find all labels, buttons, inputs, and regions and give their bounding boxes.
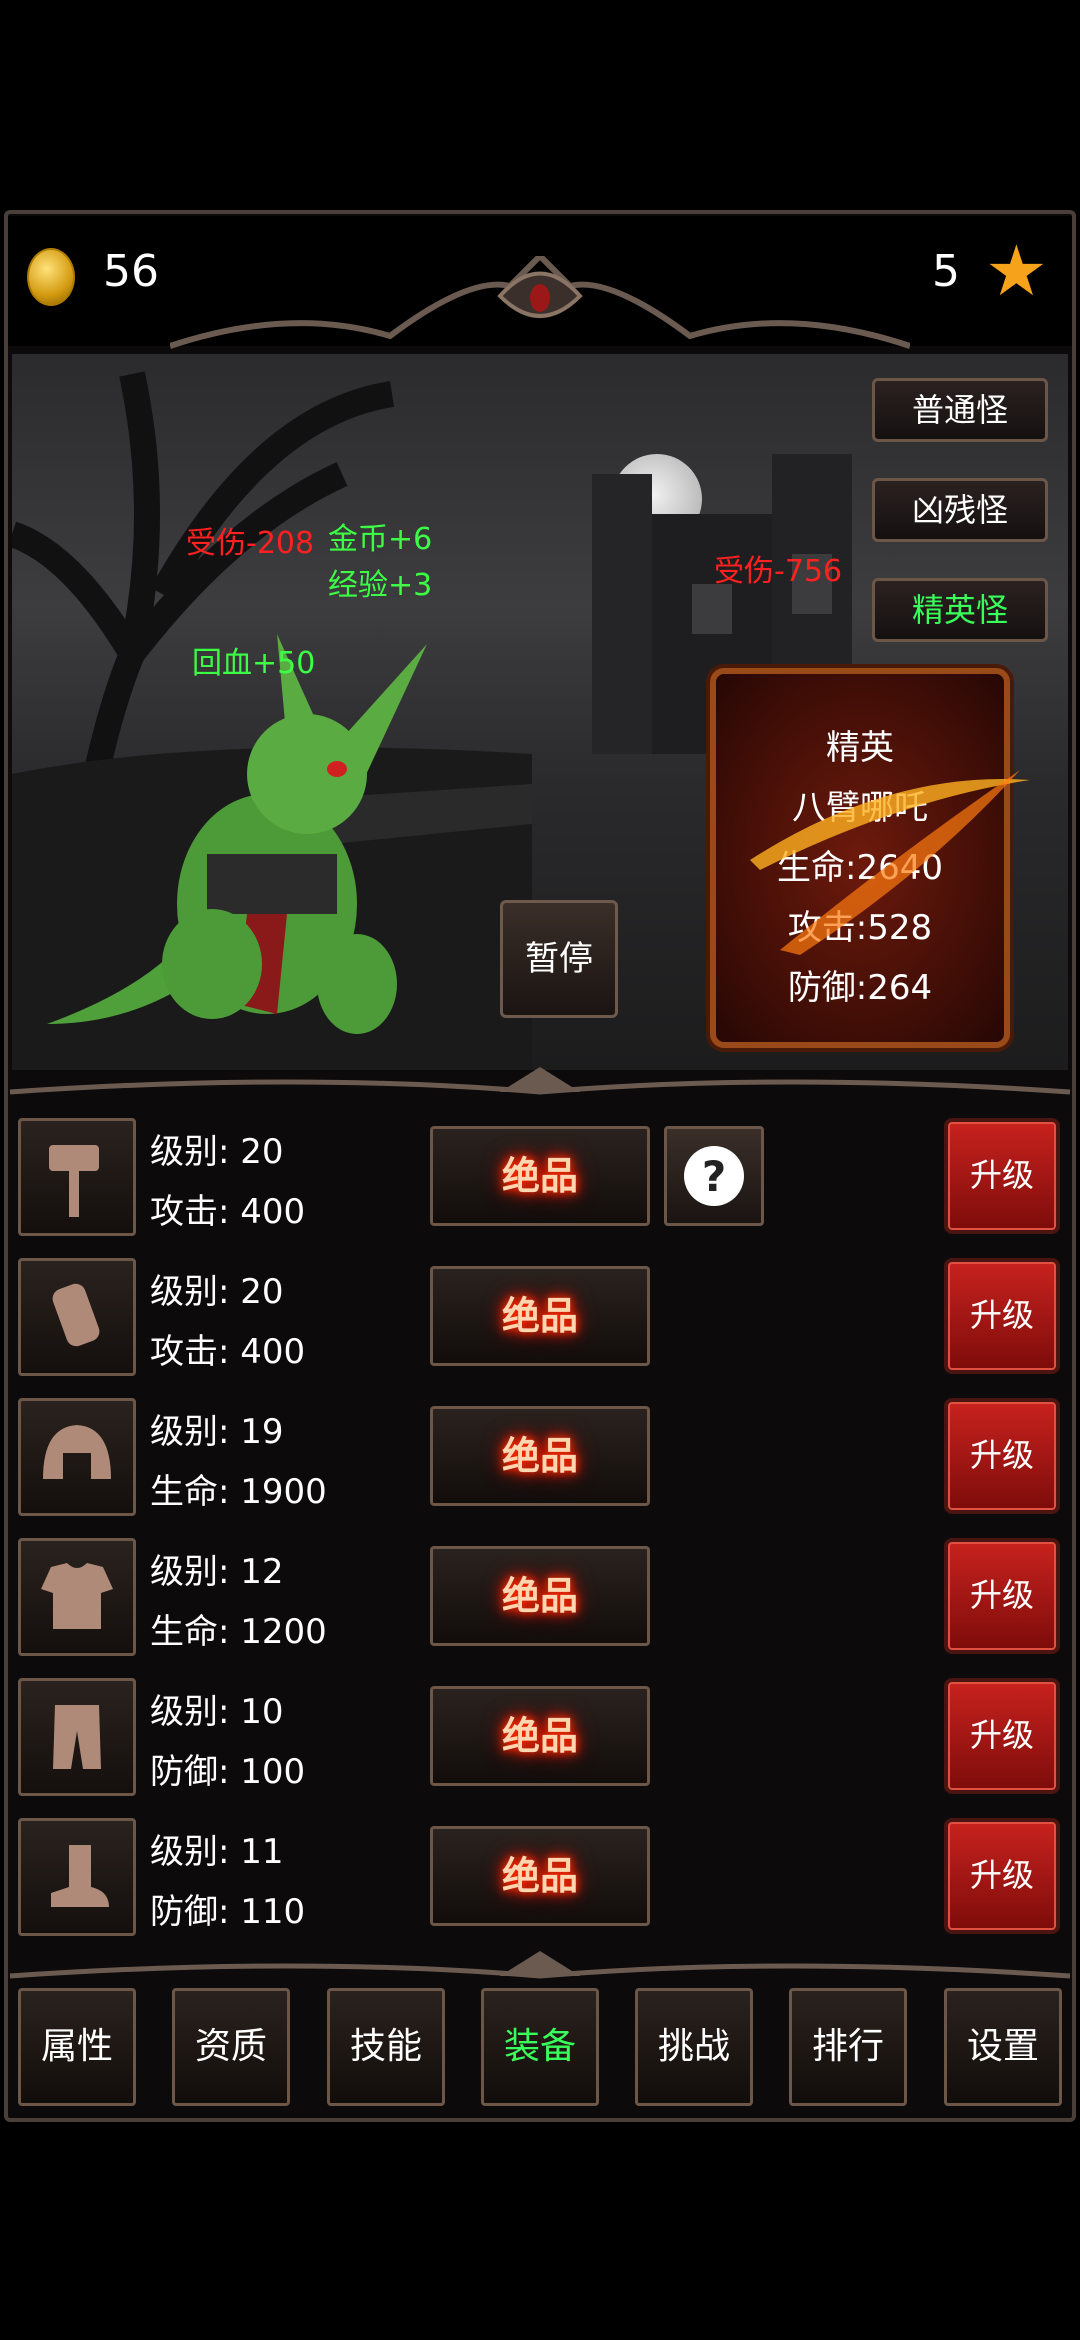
coin-count: 56: [103, 246, 159, 297]
equipment-level: 级别: 11: [150, 1832, 284, 1872]
equipment-level: 级别: 10: [150, 1692, 284, 1732]
quality-label: 绝品: [501, 1713, 578, 1758]
ornament-divider: [9, 1067, 1071, 1095]
tab-ranking[interactable]: 排行: [789, 1988, 907, 2106]
upgrade-button[interactable]: 升级: [944, 1118, 1060, 1234]
quality-button[interactable]: 绝品: [430, 1826, 650, 1926]
equipment-stat: 攻击: 400: [150, 1192, 306, 1232]
enemy-defense: 防御:264: [787, 968, 933, 1008]
upgrade-button[interactable]: 升级: [944, 1678, 1060, 1794]
pants-icon[interactable]: [18, 1678, 136, 1796]
tab-skills[interactable]: 技能: [327, 1988, 445, 2106]
quality-label: 绝品: [501, 1293, 578, 1338]
player-damage-text: 受伤-208: [186, 526, 315, 561]
equipment-row: 级别: 20 攻击: 400 绝品 升级: [18, 1258, 1068, 1376]
enemy-damage-text: 受伤-756: [714, 554, 843, 589]
upgrade-button[interactable]: 升级: [944, 1258, 1060, 1374]
tab-aptitude[interactable]: 资质: [172, 1988, 290, 2106]
equipment-row: 级别: 12 生命: 1200 绝品 升级: [18, 1538, 1068, 1656]
quality-label: 绝品: [501, 1853, 578, 1898]
fire-slash-effect: [750, 770, 1030, 955]
quality-label: 绝品: [501, 1153, 578, 1198]
tab-equipment[interactable]: 装备: [481, 1988, 599, 2106]
tab-settings[interactable]: 设置: [944, 1988, 1062, 2106]
ornament-crest-icon: [170, 256, 910, 349]
star-icon: ★: [985, 230, 1048, 312]
upgrade-button[interactable]: 升级: [944, 1398, 1060, 1514]
upgrade-button[interactable]: 升级: [944, 1818, 1060, 1934]
help-button[interactable]: ?: [664, 1126, 764, 1226]
equipment-row: 级别: 10 防御: 100 绝品 升级: [18, 1678, 1068, 1796]
armor-icon[interactable]: [18, 1538, 136, 1656]
equipment-row: 级别: 11 防御: 110 绝品 升级: [18, 1818, 1068, 1936]
equipment-level: 级别: 19: [150, 1412, 284, 1452]
star-count: 5: [932, 246, 960, 297]
bracer-icon[interactable]: [18, 1258, 136, 1376]
goblin-player-sprite: [47, 634, 427, 1034]
tab-challenge[interactable]: 挑战: [635, 1988, 753, 2106]
boots-icon[interactable]: [18, 1818, 136, 1936]
gold-gain-text: 金币+6: [328, 522, 433, 557]
exp-gain-text: 经验+3: [328, 568, 433, 603]
ornament-divider: [9, 1951, 1071, 1979]
quality-button[interactable]: 绝品: [430, 1406, 650, 1506]
equipment-level: 级别: 20: [150, 1272, 284, 1312]
quality-label: 绝品: [501, 1573, 578, 1618]
fierce-monster-button[interactable]: 凶残怪: [872, 478, 1048, 542]
heal-text: 回血+50: [192, 646, 316, 681]
equipment-stat: 防御: 110: [150, 1892, 306, 1932]
quality-button[interactable]: 绝品: [430, 1266, 650, 1366]
normal-monster-button[interactable]: 普通怪: [872, 378, 1048, 442]
hammer-icon[interactable]: [18, 1118, 136, 1236]
equipment-level: 级别: 12: [150, 1552, 284, 1592]
helmet-icon[interactable]: [18, 1398, 136, 1516]
upgrade-button[interactable]: 升级: [944, 1538, 1060, 1654]
equipment-stat: 攻击: 400: [150, 1332, 306, 1372]
elite-monster-button[interactable]: 精英怪: [872, 578, 1048, 642]
equipment-level: 级别: 20: [150, 1132, 284, 1172]
pause-button[interactable]: 暂停: [500, 900, 618, 1018]
equipment-row: 级别: 19 生命: 1900 绝品 升级: [18, 1398, 1068, 1516]
quality-button[interactable]: 绝品: [430, 1686, 650, 1786]
equipment-stat: 生命: 1900: [150, 1472, 327, 1512]
equipment-stat: 防御: 100: [150, 1752, 306, 1792]
quality-button[interactable]: 绝品: [430, 1126, 650, 1226]
tab-attributes[interactable]: 属性: [18, 1988, 136, 2106]
gold-coin-icon: [27, 248, 75, 306]
equipment-row: 级别: 20 攻击: 400 绝品 ? 升级: [18, 1118, 1068, 1236]
quality-label: 绝品: [501, 1433, 578, 1478]
quality-button[interactable]: 绝品: [430, 1546, 650, 1646]
svg-text:?: ?: [702, 1152, 726, 1201]
equipment-stat: 生命: 1200: [150, 1612, 327, 1652]
